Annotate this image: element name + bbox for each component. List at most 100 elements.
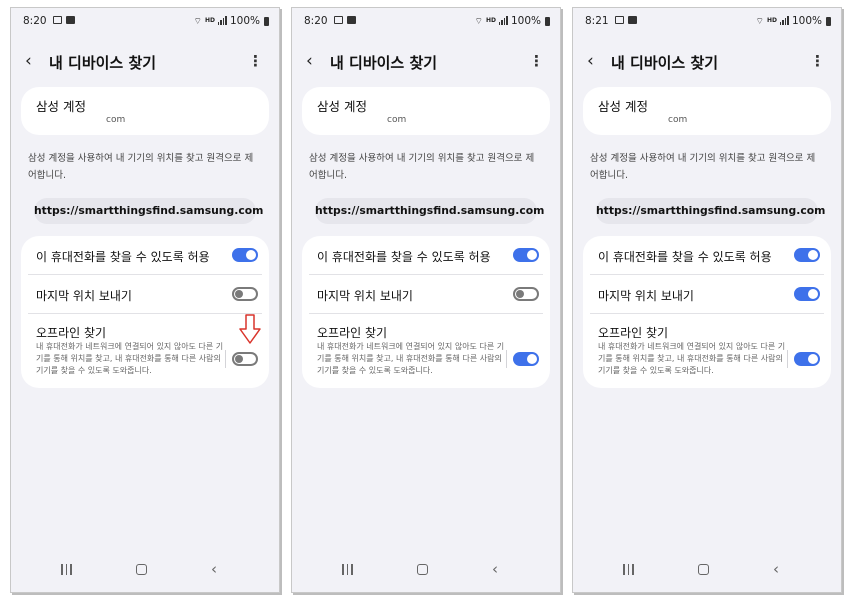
setting-offline-find[interactable]: 오프라인 찾기 내 휴대전화가 네트워크에 연결되어 있지 않아도 다른 기기를… [309, 314, 543, 388]
home-icon[interactable] [136, 564, 147, 575]
settings-card: 이 휴대전화를 찾을 수 있도록 허용 마지막 위치 보내기 오프라인 찾기 내… [583, 236, 831, 388]
setting-allow-find[interactable]: 이 휴대전화를 찾을 수 있도록 허용 [309, 236, 543, 274]
back-icon[interactable]: ‹ [211, 560, 217, 578]
send-last-location-toggle[interactable] [232, 287, 258, 301]
allow-find-toggle[interactable] [794, 248, 820, 262]
send-last-location-toggle[interactable] [513, 287, 539, 301]
smartthings-find-link[interactable]: https://smartthingsfind.samsung.com [34, 198, 263, 224]
notification-icons [334, 16, 356, 24]
samsung-account-card[interactable]: 삼성 계정 com [302, 87, 550, 135]
home-icon[interactable] [417, 564, 428, 575]
status-right: ⌔ HD 100% [755, 15, 831, 27]
more-vertical-icon[interactable]: ⋮ [529, 52, 544, 70]
battery-percent: 100% [510, 15, 541, 27]
hd-voice-icon: HD [766, 17, 777, 24]
back-icon[interactable]: ‹ [492, 560, 498, 578]
hd-voice-icon: HD [485, 17, 496, 24]
account-label: 삼성 계정 [317, 99, 367, 114]
battery-icon [826, 16, 831, 26]
page-title: 내 디바이스 찾기 [611, 54, 719, 72]
samsung-account-card[interactable]: 삼성 계정 com [583, 87, 831, 135]
setting-offline-find[interactable]: 오프라인 찾기 내 휴대전화가 네트워크에 연결되어 있지 않아도 다른 기기를… [590, 314, 824, 388]
down-arrow-icon [239, 314, 261, 344]
smartthings-find-link[interactable]: https://smartthingsfind.samsung.com [596, 198, 825, 224]
setting-label: 오프라인 찾기 [317, 326, 388, 340]
signal-icon [217, 16, 227, 25]
toggle-separator [225, 350, 226, 368]
back-icon[interactable]: ‹ [773, 560, 779, 578]
feature-description: 삼성 계정을 사용하여 내 기기의 위치를 찾고 원격으로 제어합니다. [309, 153, 535, 181]
app-notification-icon [66, 16, 75, 24]
offline-find-description: 내 휴대전화가 네트워크에 연결되어 있지 않아도 다른 기기를 통해 위치를 … [598, 342, 786, 375]
wifi-icon: ⌔ [755, 16, 764, 27]
image-notification-icon [53, 16, 62, 24]
status-bar: 8:20 ⌔ HD 100% [11, 8, 279, 34]
phone-screen: 8:20 ⌔ HD 100% ‹ 내 디바이스 찾기 ⋮ 삼성 계정 com 삼… [291, 7, 561, 593]
setting-send-last-location[interactable]: 마지막 위치 보내기 [309, 275, 543, 313]
page-title: 내 디바이스 찾기 [330, 54, 438, 72]
more-vertical-icon[interactable]: ⋮ [248, 52, 263, 70]
recent-apps-icon[interactable] [61, 564, 72, 575]
allow-find-toggle[interactable] [513, 248, 539, 262]
chevron-left-icon[interactable]: ‹ [306, 51, 313, 71]
wifi-icon: ⌔ [474, 16, 483, 27]
setting-label: 마지막 위치 보내기 [36, 289, 132, 303]
offline-find-description: 내 휴대전화가 네트워크에 연결되어 있지 않아도 다른 기기를 통해 위치를 … [317, 342, 505, 375]
setting-allow-find[interactable]: 이 휴대전화를 찾을 수 있도록 허용 [590, 236, 824, 274]
battery-icon [264, 16, 269, 26]
recent-apps-icon[interactable] [342, 564, 353, 575]
notification-icons [53, 16, 75, 24]
account-label: 삼성 계정 [36, 99, 86, 114]
navigation-bar: ‹ [292, 560, 560, 584]
smartthings-find-link[interactable]: https://smartthingsfind.samsung.com [315, 198, 544, 224]
status-time: 8:20 [304, 15, 328, 27]
offline-find-toggle[interactable] [232, 352, 258, 366]
battery-percent: 100% [229, 15, 260, 27]
send-last-location-toggle[interactable] [794, 287, 820, 301]
settings-card: 이 휴대전화를 찾을 수 있도록 허용 마지막 위치 보내기 오프라인 찾기 내… [21, 236, 269, 388]
page-title: 내 디바이스 찾기 [49, 54, 157, 72]
wifi-icon: ⌔ [193, 16, 202, 27]
status-time: 8:20 [23, 15, 47, 27]
hd-voice-icon: HD [204, 17, 215, 24]
account-email: com [668, 115, 688, 125]
offline-find-toggle[interactable] [794, 352, 820, 366]
samsung-account-card[interactable]: 삼성 계정 com [21, 87, 269, 135]
setting-label: 오프라인 찾기 [598, 326, 669, 340]
more-vertical-icon[interactable]: ⋮ [810, 52, 825, 70]
phone-screen: 8:20 ⌔ HD 100% ‹ 내 디바이스 찾기 ⋮ 삼성 계정 com 삼… [10, 7, 280, 593]
setting-label: 이 휴대전화를 찾을 수 있도록 허용 [317, 250, 491, 264]
setting-label: 마지막 위치 보내기 [317, 289, 413, 303]
setting-send-last-location[interactable]: 마지막 위치 보내기 [28, 275, 262, 313]
notification-icons [615, 16, 637, 24]
chevron-left-icon[interactable]: ‹ [25, 51, 32, 71]
setting-label: 이 휴대전화를 찾을 수 있도록 허용 [598, 250, 772, 264]
app-notification-icon [347, 16, 356, 24]
setting-allow-find[interactable]: 이 휴대전화를 찾을 수 있도록 허용 [28, 236, 262, 274]
toggle-separator [787, 350, 788, 368]
setting-offline-find[interactable]: 오프라인 찾기 내 휴대전화가 네트워크에 연결되어 있지 않아도 다른 기기를… [28, 314, 262, 388]
image-notification-icon [334, 16, 343, 24]
offline-find-description: 내 휴대전화가 네트워크에 연결되어 있지 않아도 다른 기기를 통해 위치를 … [36, 342, 224, 375]
status-right: ⌔ HD 100% [193, 15, 269, 27]
feature-description: 삼성 계정을 사용하여 내 기기의 위치를 찾고 원격으로 제어합니다. [590, 153, 816, 181]
account-email: com [106, 115, 126, 125]
offline-find-toggle[interactable] [513, 352, 539, 366]
signal-icon [779, 16, 789, 25]
image-notification-icon [615, 16, 624, 24]
setting-send-last-location[interactable]: 마지막 위치 보내기 [590, 275, 824, 313]
setting-label: 오프라인 찾기 [36, 326, 107, 340]
battery-icon [545, 16, 550, 26]
app-header: ‹ 내 디바이스 찾기 ⋮ [11, 48, 279, 78]
recent-apps-icon[interactable] [623, 564, 634, 575]
app-header: ‹ 내 디바이스 찾기 ⋮ [573, 48, 841, 78]
setting-label: 이 휴대전화를 찾을 수 있도록 허용 [36, 250, 210, 264]
home-icon[interactable] [698, 564, 709, 575]
allow-find-toggle[interactable] [232, 248, 258, 262]
app-header: ‹ 내 디바이스 찾기 ⋮ [292, 48, 560, 78]
account-email: com [387, 115, 407, 125]
chevron-left-icon[interactable]: ‹ [587, 51, 594, 71]
status-time: 8:21 [585, 15, 609, 27]
signal-icon [498, 16, 508, 25]
setting-label: 마지막 위치 보내기 [598, 289, 694, 303]
